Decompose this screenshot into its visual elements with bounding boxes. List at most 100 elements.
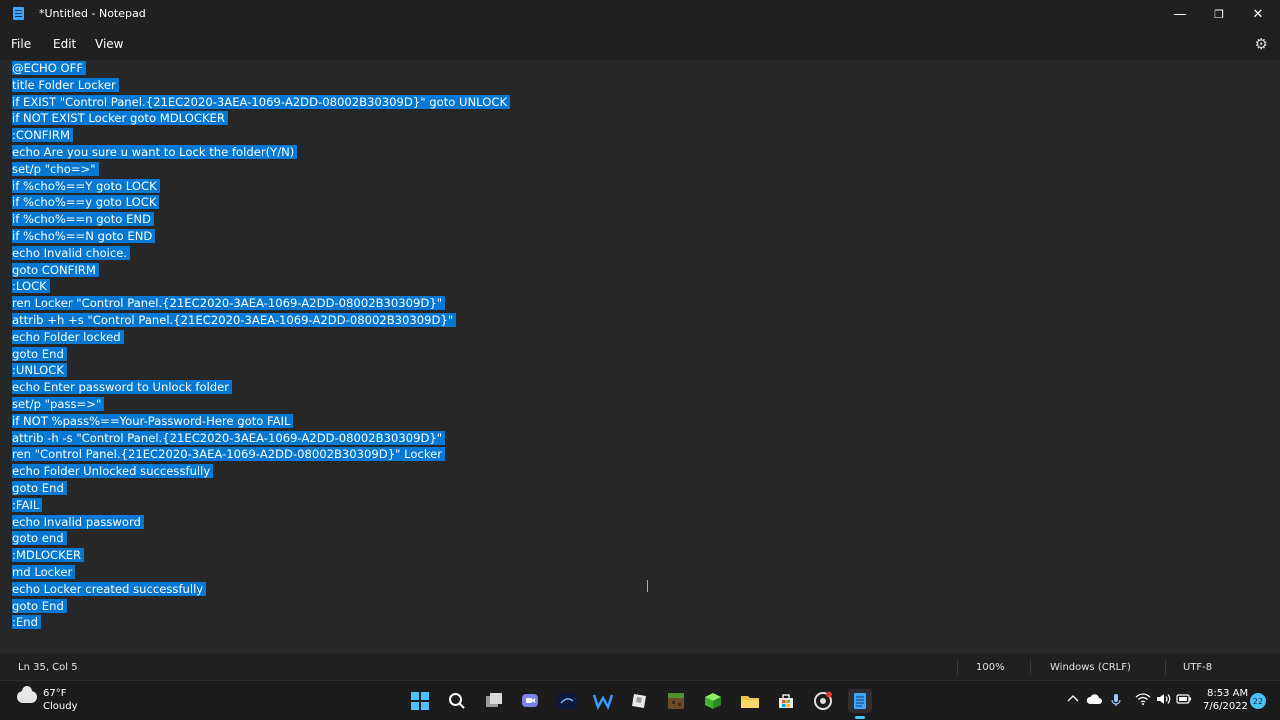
- selected-text: attrib +h +s "Control Panel.{21EC2020-3A…: [12, 312, 457, 327]
- editor-line: if EXIST "Control Panel.{21EC2020-3AEA-1…: [12, 94, 511, 111]
- editor-line: goto End: [12, 480, 510, 497]
- selected-text: echo Invalid choice.: [12, 245, 131, 260]
- chevron-up-icon[interactable]: [1067, 693, 1079, 708]
- selected-text: if NOT EXIST Locker goto MDLOCKER: [12, 111, 228, 126]
- editor-line: goto CONFIRM: [12, 262, 510, 279]
- editor-line: attrib -h -s "Control Panel.{21EC2020-3A…: [12, 430, 510, 447]
- selected-text: :UNLOCK: [12, 363, 67, 378]
- chat-icon[interactable]: [518, 689, 542, 713]
- selected-text: goto End: [12, 598, 67, 613]
- status-bar: Ln 35, Col 5 100% Windows (CRLF) UTF-8: [0, 654, 1280, 680]
- selected-text: :FAIL: [12, 497, 43, 512]
- selected-text: :End: [12, 615, 41, 630]
- weather-description[interactable]: Cloudy: [43, 701, 77, 712]
- editor-line: set/p "cho=>": [12, 161, 510, 178]
- editor-lines: @ECHO OFF title Folder Locker if EXIST "Co…: [12, 60, 511, 631]
- search-icon[interactable]: [445, 689, 469, 713]
- status-divider: [957, 659, 958, 675]
- onedrive-cloud-icon[interactable]: [1086, 693, 1102, 708]
- text-editor[interactable]: @ECHO OFF title Folder Locker if EXIST "Co…: [0, 60, 1280, 654]
- editor-line: if NOT EXIST Locker goto MDLOCKER: [12, 110, 510, 127]
- notification-badge[interactable]: 22: [1250, 693, 1266, 709]
- selected-text: if NOT %pass%==Your-Password-Here goto F…: [12, 413, 294, 428]
- windscribe-icon[interactable]: [591, 689, 615, 713]
- editor-line: echo Folder Unlocked successfully: [12, 463, 510, 480]
- editor-line: ren Locker "Control Panel.{21EC2020-3AEA…: [12, 295, 510, 312]
- selected-text: :LOCK: [12, 279, 50, 294]
- editor-line: echo Folder locked: [12, 329, 510, 346]
- status-divider: [1165, 659, 1166, 675]
- zoom-level[interactable]: 100%: [976, 662, 1005, 673]
- selected-text: title Folder Locker: [12, 77, 119, 92]
- menu-bar: File Edit View: [0, 28, 1280, 60]
- menu-edit[interactable]: Edit: [53, 37, 76, 51]
- selected-text: echo Locker created successfully: [12, 581, 207, 596]
- line-ending[interactable]: Windows (CRLF): [1050, 662, 1131, 673]
- editor-line: if %cho%==N goto END: [12, 228, 510, 245]
- maximize-button[interactable]: ❐: [1199, 0, 1239, 28]
- editor-line: echo Locker created successfully: [12, 581, 510, 598]
- chrome-icon[interactable]: [811, 689, 835, 713]
- editor-line: :End: [12, 614, 510, 631]
- notepad-icon: [13, 7, 24, 20]
- paper-app-icon[interactable]: [628, 689, 652, 713]
- wifi-icon[interactable]: [1135, 693, 1151, 708]
- title-bar: *Untitled - Notepad — ❐ ✕: [0, 0, 1280, 28]
- clock-date[interactable]: 7/6/2022: [1203, 701, 1248, 712]
- selected-text: goto End: [12, 346, 67, 361]
- volume-icon[interactable]: [1156, 693, 1172, 708]
- selected-text: echo Are you sure u want to Lock the fol…: [12, 144, 298, 159]
- settings-gear-icon[interactable]: ⚙: [1255, 35, 1268, 53]
- editor-line: @ECHO OFF: [12, 60, 510, 77]
- status-divider: [1030, 659, 1031, 675]
- selected-text: ren "Control Panel.{21EC2020-3AEA-1069-A…: [12, 447, 446, 462]
- microphone-icon[interactable]: [1111, 693, 1121, 710]
- taskbar: 67°F Cloudy 8:53 AM 7/6/2022 22: [0, 680, 1280, 720]
- selected-text: goto end: [12, 531, 67, 546]
- weather-temperature[interactable]: 67°F: [43, 688, 66, 699]
- editor-line: goto End: [12, 346, 510, 363]
- disney-plus-icon[interactable]: [555, 689, 579, 713]
- close-button[interactable]: ✕: [1238, 0, 1278, 28]
- selected-text: goto End: [12, 480, 67, 495]
- menu-file[interactable]: File: [11, 37, 31, 51]
- selected-text: set/p "cho=>": [12, 161, 99, 176]
- editor-line: echo Enter password to Unlock folder: [12, 379, 510, 396]
- encoding[interactable]: UTF-8: [1183, 662, 1212, 673]
- selected-text: goto CONFIRM: [12, 262, 99, 277]
- editor-line: ren "Control Panel.{21EC2020-3AEA-1069-A…: [12, 446, 510, 463]
- selected-text: ren Locker "Control Panel.{21EC2020-3AEA…: [12, 296, 446, 311]
- minimize-button[interactable]: —: [1160, 0, 1200, 28]
- editor-line: goto End: [12, 598, 510, 615]
- clock-time[interactable]: 8:53 AM: [1207, 688, 1248, 699]
- selected-text: echo Folder Unlocked successfully: [12, 464, 214, 479]
- selected-text: if %cho%==Y goto LOCK: [12, 178, 160, 193]
- notepad-taskbar-icon[interactable]: [848, 689, 872, 719]
- battery-icon[interactable]: [1176, 693, 1192, 708]
- editor-line: :FAIL: [12, 497, 510, 514]
- menu-view[interactable]: View: [95, 37, 123, 51]
- cursor-position: Ln 35, Col 5: [18, 662, 78, 673]
- minecraft-icon[interactable]: [664, 689, 688, 713]
- editor-line: echo Invalid password: [12, 514, 510, 531]
- selected-text: if EXIST "Control Panel.{21EC2020-3AEA-1…: [12, 94, 511, 109]
- file-explorer-icon[interactable]: [738, 689, 762, 713]
- start-icon[interactable]: [408, 689, 432, 713]
- selected-text: set/p "pass=>": [12, 396, 105, 411]
- editor-line: :MDLOCKER: [12, 547, 510, 564]
- selected-text: if %cho%==n goto END: [12, 212, 155, 227]
- cloud-icon[interactable]: [17, 686, 37, 703]
- task-view-icon[interactable]: [482, 689, 506, 713]
- editor-line: :LOCK: [12, 278, 510, 295]
- selected-text: attrib -h -s "Control Panel.{21EC2020-3A…: [12, 430, 446, 445]
- editor-line: echo Are you sure u want to Lock the fol…: [12, 144, 510, 161]
- selected-text: if %cho%==y goto LOCK: [12, 195, 160, 210]
- microsoft-store-icon[interactable]: [774, 689, 798, 713]
- editor-line: :UNLOCK: [12, 362, 510, 379]
- window-title: *Untitled - Notepad: [39, 7, 146, 20]
- editor-line: if NOT %pass%==Your-Password-Here goto F…: [12, 413, 510, 430]
- text-cursor: [647, 580, 648, 592]
- editor-line: goto end: [12, 530, 510, 547]
- green-cube-app-icon[interactable]: [701, 689, 725, 713]
- selected-text: echo Enter password to Unlock folder: [12, 380, 233, 395]
